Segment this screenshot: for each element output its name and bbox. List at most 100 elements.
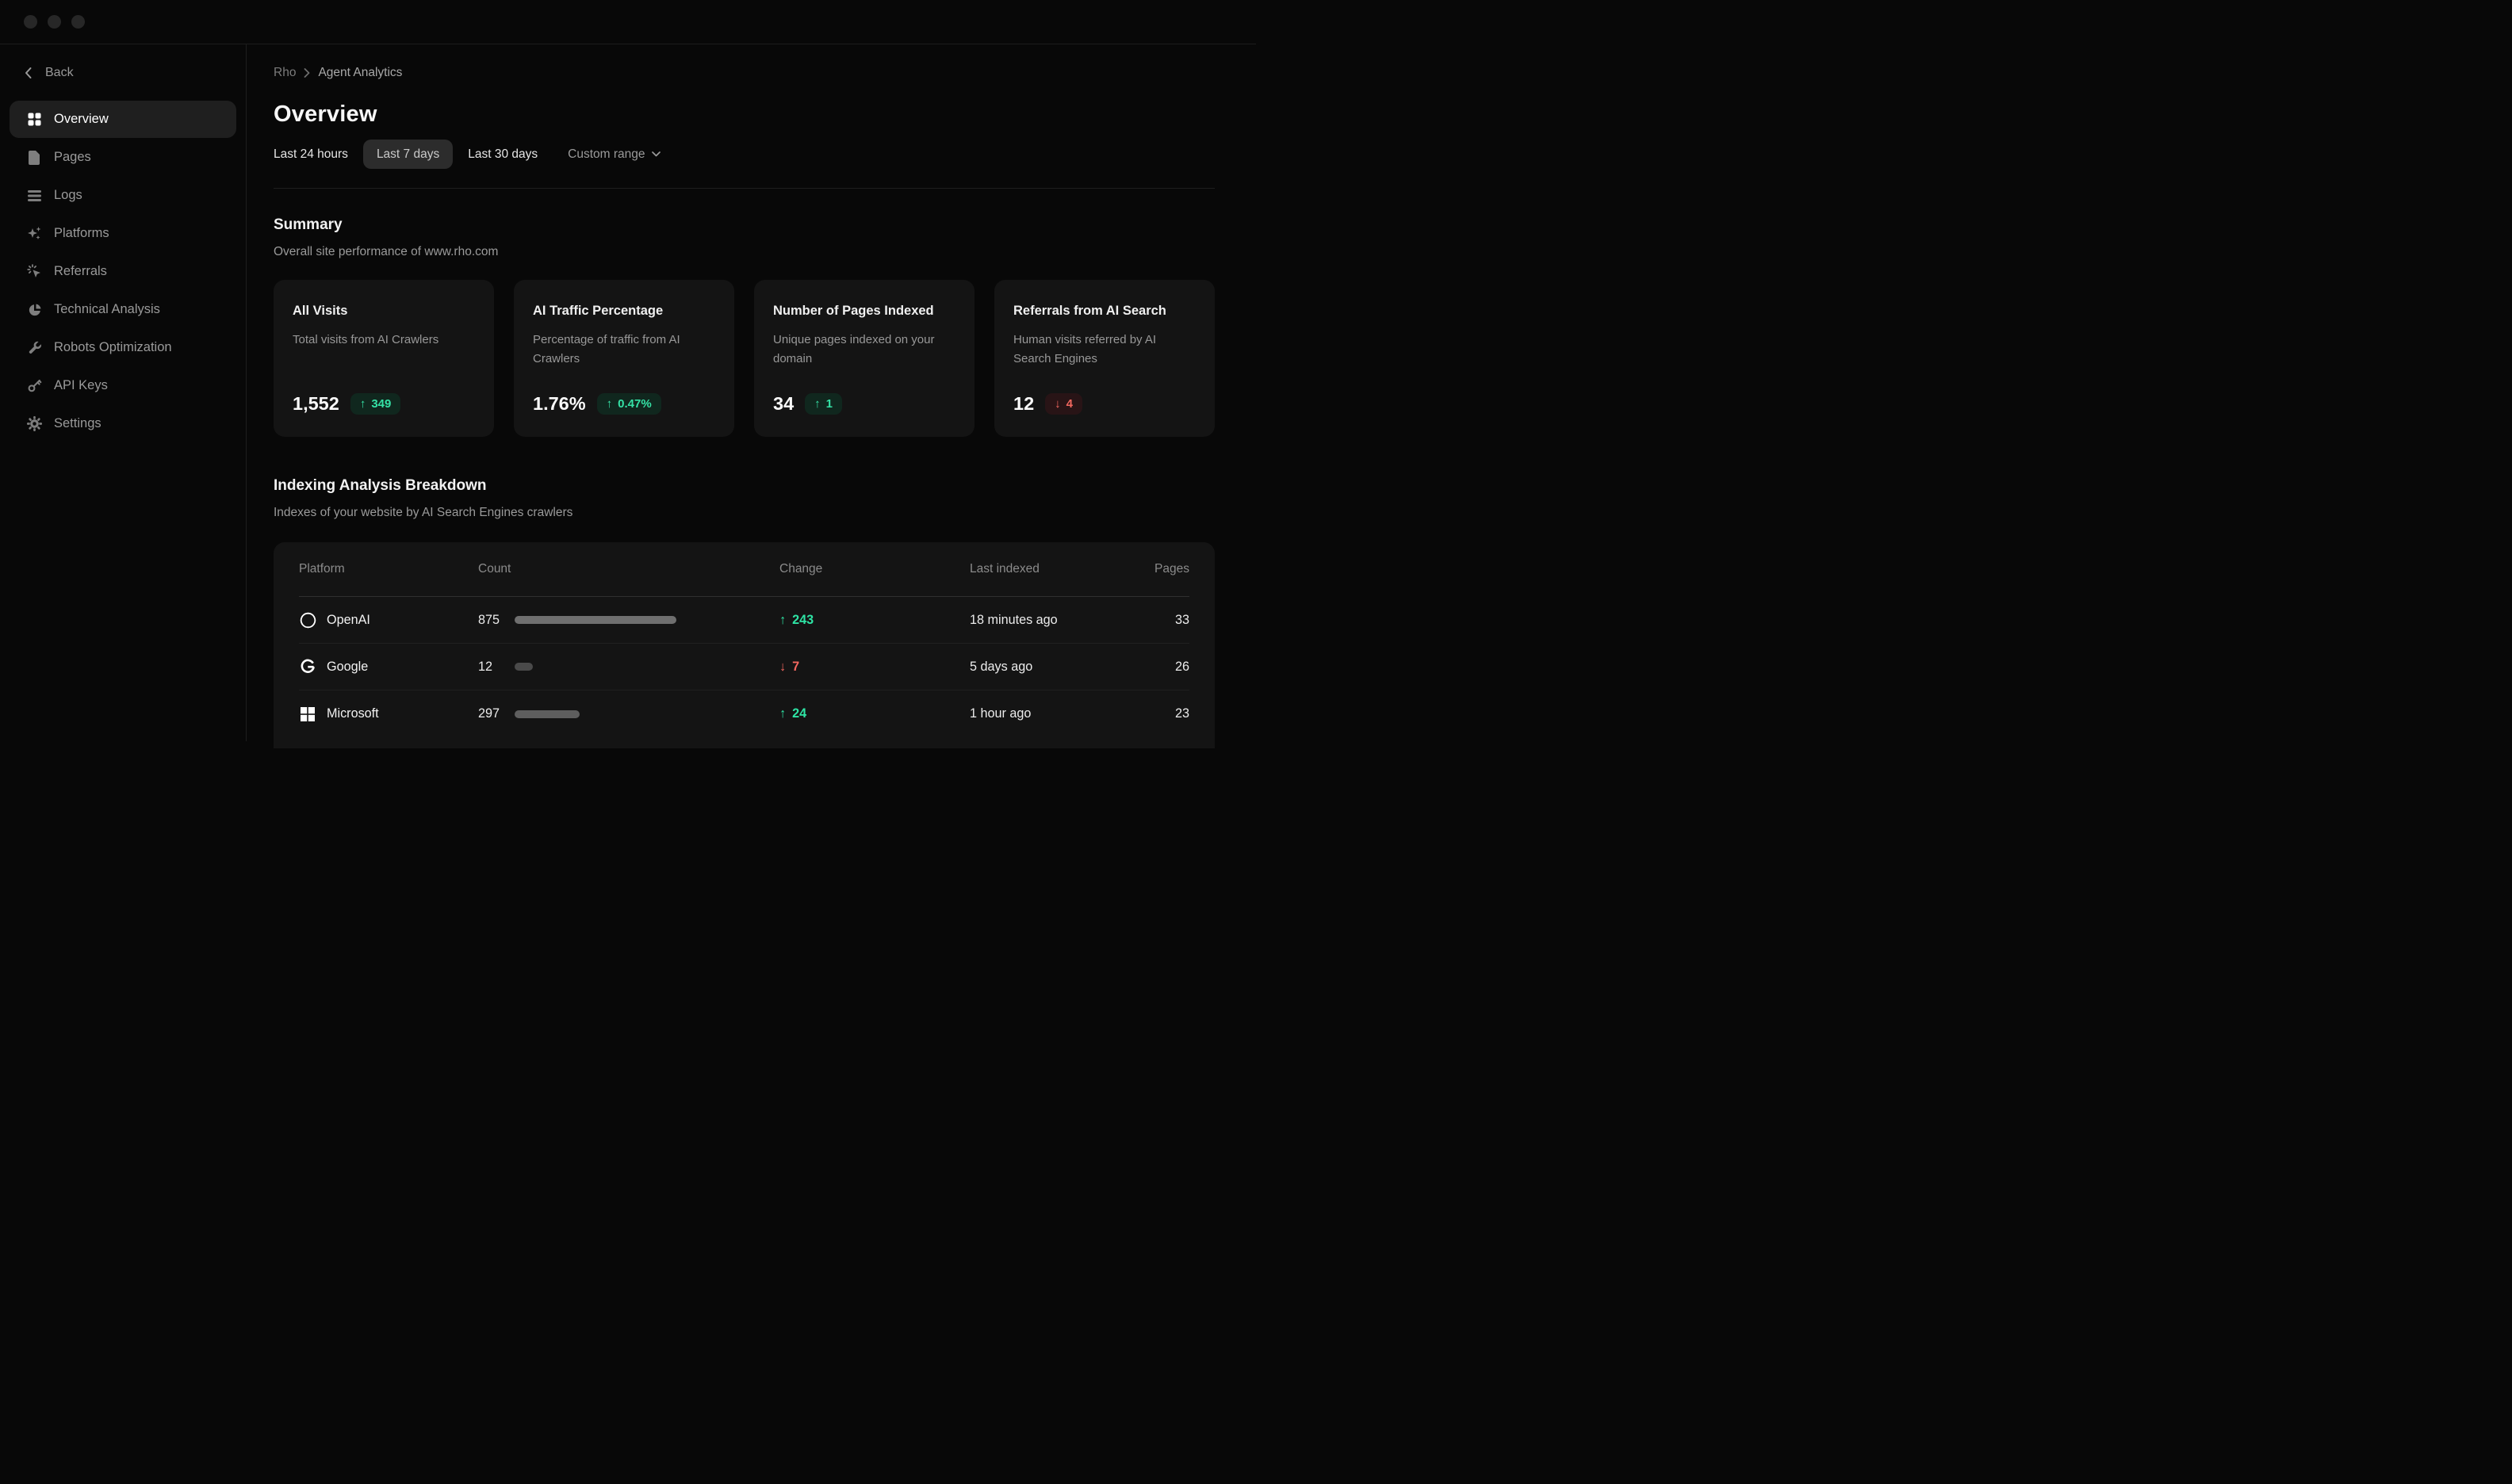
cursor-click-icon — [27, 264, 42, 279]
arrow-up-icon: ↑ — [360, 397, 366, 411]
sidebar-nav: Overview Pages Logs Platforms — [10, 101, 236, 442]
count-value: 12 — [478, 660, 515, 675]
pages-value: 26 — [1120, 660, 1189, 675]
last-indexed-value: 1 hour ago — [970, 706, 1120, 721]
sidebar-item-platforms[interactable]: Platforms — [10, 215, 236, 252]
stat-card-title: Number of Pages Indexed — [773, 304, 955, 319]
sparkles-icon — [27, 226, 42, 241]
change-badge: ↓ 4 — [1045, 393, 1082, 415]
table-row-microsoft: Microsoft 297 ↑ 24 1 hour ago 23 — [299, 690, 1189, 737]
stat-value: 12 — [1013, 393, 1034, 415]
platform-name: OpenAI — [327, 613, 370, 628]
window-titlebar — [0, 0, 1256, 44]
change-badge: ↑ 349 — [350, 393, 401, 415]
change-value: 4 — [1066, 397, 1073, 411]
stat-card-subtitle: Unique pages indexed on your domain — [773, 331, 936, 369]
summary-section-title: Summary — [274, 217, 1215, 232]
grid-icon — [27, 112, 42, 127]
back-button[interactable]: Back — [24, 66, 246, 80]
platform-name: Google — [327, 660, 368, 675]
sidebar-item-label: Pages — [54, 150, 91, 165]
indexing-section-title: Indexing Analysis Breakdown — [274, 478, 1215, 493]
page-title: Overview — [274, 103, 1215, 126]
table-header-row: Platform Count Change Last indexed Pages — [299, 542, 1189, 597]
arrow-up-icon: ↑ — [779, 613, 786, 628]
chevron-left-icon — [24, 67, 33, 79]
gear-icon — [27, 416, 42, 431]
stat-card-ai-traffic-percentage: AI Traffic Percentage Percentage of traf… — [514, 280, 734, 437]
sidebar-item-api-keys[interactable]: API Keys — [10, 367, 236, 404]
summary-cards: All Visits Total visits from AI Crawlers… — [274, 280, 1215, 437]
stat-value: 1.76% — [533, 393, 586, 415]
stat-card-subtitle: Total visits from AI Crawlers — [293, 331, 456, 350]
sidebar-item-label: Robots Optimization — [54, 340, 172, 355]
arrow-down-icon: ↓ — [779, 660, 786, 675]
main-content: Rho Agent Analytics Overview Last 24 hou… — [247, 44, 1256, 741]
google-logo-icon — [299, 658, 316, 675]
column-header-platform: Platform — [299, 562, 478, 576]
sidebar-item-technical-analysis[interactable]: Technical Analysis — [10, 291, 236, 328]
stat-value: 34 — [773, 393, 794, 415]
breadcrumb-root[interactable]: Rho — [274, 66, 296, 80]
platform-name: Microsoft — [327, 706, 379, 721]
tab-last-7-days[interactable]: Last 7 days — [363, 140, 453, 169]
sidebar-item-label: API Keys — [54, 378, 108, 393]
document-icon — [27, 150, 42, 165]
list-lines-icon — [27, 188, 42, 203]
arrow-up-icon: ↑ — [814, 397, 821, 411]
stat-card-pages-indexed: Number of Pages Indexed Unique pages ind… — [754, 280, 975, 437]
sidebar-item-logs[interactable]: Logs — [10, 177, 236, 214]
stat-card-referrals-ai-search: Referrals from AI Search Human visits re… — [994, 280, 1215, 437]
count-bar — [515, 710, 580, 718]
table-row-google: Google 12 ↓ 7 5 days ago 26 — [299, 644, 1189, 690]
pie-chart-icon — [27, 302, 42, 317]
stat-card-title: All Visits — [293, 304, 475, 319]
column-header-last-indexed: Last indexed — [970, 562, 1120, 576]
count-bar — [515, 663, 533, 671]
arrow-up-icon: ↑ — [607, 397, 613, 411]
window-control-dot[interactable] — [48, 15, 61, 29]
indexing-section-subtitle: Indexes of your website by AI Search Eng… — [274, 507, 1215, 519]
openai-logo-icon — [299, 611, 316, 629]
stat-card-subtitle: Percentage of traffic from AI Crawlers — [533, 331, 696, 369]
stat-card-all-visits: All Visits Total visits from AI Crawlers… — [274, 280, 494, 437]
back-label: Back — [45, 66, 74, 80]
tab-last-30-days[interactable]: Last 30 days — [453, 140, 553, 169]
column-header-pages: Pages — [1120, 562, 1189, 576]
sidebar-item-label: Platforms — [54, 226, 109, 241]
wrench-icon — [27, 340, 42, 355]
change-cell: ↑ 24 — [779, 706, 970, 721]
last-indexed-value: 5 days ago — [970, 660, 1120, 675]
stat-card-title: Referrals from AI Search — [1013, 304, 1196, 319]
sidebar-item-settings[interactable]: Settings — [10, 405, 236, 442]
change-cell: ↓ 7 — [779, 660, 970, 675]
last-indexed-value: 18 minutes ago — [970, 613, 1120, 628]
window-control-dot[interactable] — [24, 15, 37, 29]
table-row-openai: OpenAI 875 ↑ 243 18 minutes ago 33 — [299, 597, 1189, 644]
breadcrumb-current: Agent Analytics — [318, 66, 402, 80]
change-badge: ↑ 1 — [805, 393, 842, 415]
arrow-down-icon: ↓ — [1055, 397, 1061, 411]
pages-value: 23 — [1120, 706, 1189, 721]
column-header-change: Change — [779, 562, 970, 576]
chevron-down-icon — [652, 151, 661, 157]
window-control-dot[interactable] — [71, 15, 85, 29]
count-value: 297 — [478, 706, 515, 721]
sidebar-item-robots-optimization[interactable]: Robots Optimization — [10, 329, 236, 366]
change-value: 349 — [371, 397, 391, 411]
sidebar-item-label: Referrals — [54, 264, 107, 279]
stat-card-subtitle: Human visits referred by AI Search Engin… — [1013, 331, 1177, 369]
sidebar-item-referrals[interactable]: Referrals — [10, 253, 236, 290]
arrow-up-icon: ↑ — [779, 706, 786, 721]
tab-last-24-hours[interactable]: Last 24 hours — [274, 140, 363, 169]
stat-card-title: AI Traffic Percentage — [533, 304, 715, 319]
change-cell: ↑ 243 — [779, 613, 970, 628]
sidebar-item-label: Logs — [54, 188, 82, 203]
section-divider — [274, 188, 1215, 189]
custom-range-dropdown[interactable]: Custom range — [553, 140, 676, 169]
indexing-table: Platform Count Change Last indexed Pages… — [274, 542, 1215, 748]
microsoft-logo-icon — [299, 706, 316, 723]
sidebar-item-pages[interactable]: Pages — [10, 139, 236, 176]
change-badge: ↑ 0.47% — [597, 393, 661, 415]
sidebar-item-overview[interactable]: Overview — [10, 101, 236, 138]
